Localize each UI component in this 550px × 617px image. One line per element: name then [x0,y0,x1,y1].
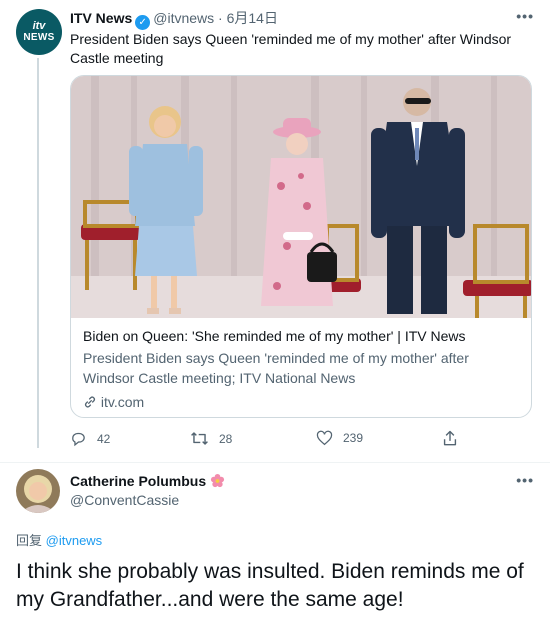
replying-prefix: 回复 [16,533,43,548]
retweet-action[interactable]: 28 [190,430,232,447]
reply-text: I think she probably was insulted. Biden… [16,560,524,611]
more-options-icon[interactable]: ••• [516,8,534,24]
replying-to-line: 回复 @itvnews [16,530,102,549]
link-icon [85,396,95,408]
card-title: Biden on Queen: 'She reminded me of my m… [83,328,466,344]
card-domain: itv.com [100,394,145,410]
author-name[interactable]: ITV News [70,10,132,26]
tweet-divider [0,462,550,463]
flower-emoji-icon [210,473,225,488]
reply-header: Catherine Polumbus @ConventCassie [70,472,225,510]
share-icon [443,430,457,446]
reply-more-options-icon[interactable]: ••• [516,472,534,488]
like-action[interactable]: 239 [316,430,363,446]
card-domain-row: itv.com [83,392,523,412]
replying-to-link[interactable]: @itvnews [46,533,103,548]
share-action[interactable] [442,430,458,447]
card-meta: Biden on Queen: 'She reminded me of my m… [83,326,523,412]
itv-news-avatar[interactable]: itv NEWS [16,9,62,55]
tweet-text: President Biden says Queen 'reminded me … [70,31,512,66]
thread-connector-line [37,58,39,448]
card-description: President Biden says Queen 'reminded me … [83,350,469,386]
tweet-actions: 42 28 239 [70,430,530,450]
tweet-date[interactable]: · 6月14日 [218,10,278,26]
reply-author-name[interactable]: Catherine Polumbus [70,473,206,489]
retweet-icon [191,432,208,445]
author-handle[interactable]: @itvnews [153,10,214,26]
catherine-polumbus-avatar[interactable] [16,469,60,513]
retweet-count: 28 [219,431,233,446]
like-count: 239 [343,431,364,445]
card-image [71,76,531,318]
reply-count: 42 [97,431,111,446]
reply-author-handle[interactable]: @ConventCassie [70,491,225,510]
heart-icon [316,430,333,446]
link-card[interactable]: Biden on Queen: 'She reminded me of my m… [70,75,532,418]
avatar-logo-line2: NEWS [23,31,55,43]
avatar-logo-line1: itv [32,19,46,32]
reply-action[interactable]: 42 [70,430,110,447]
tweet-header: ITV News ✓ @itvnews · 6月14日 [70,9,278,30]
verified-badge-icon: ✓ [135,15,151,30]
reply-icon [72,432,85,447]
